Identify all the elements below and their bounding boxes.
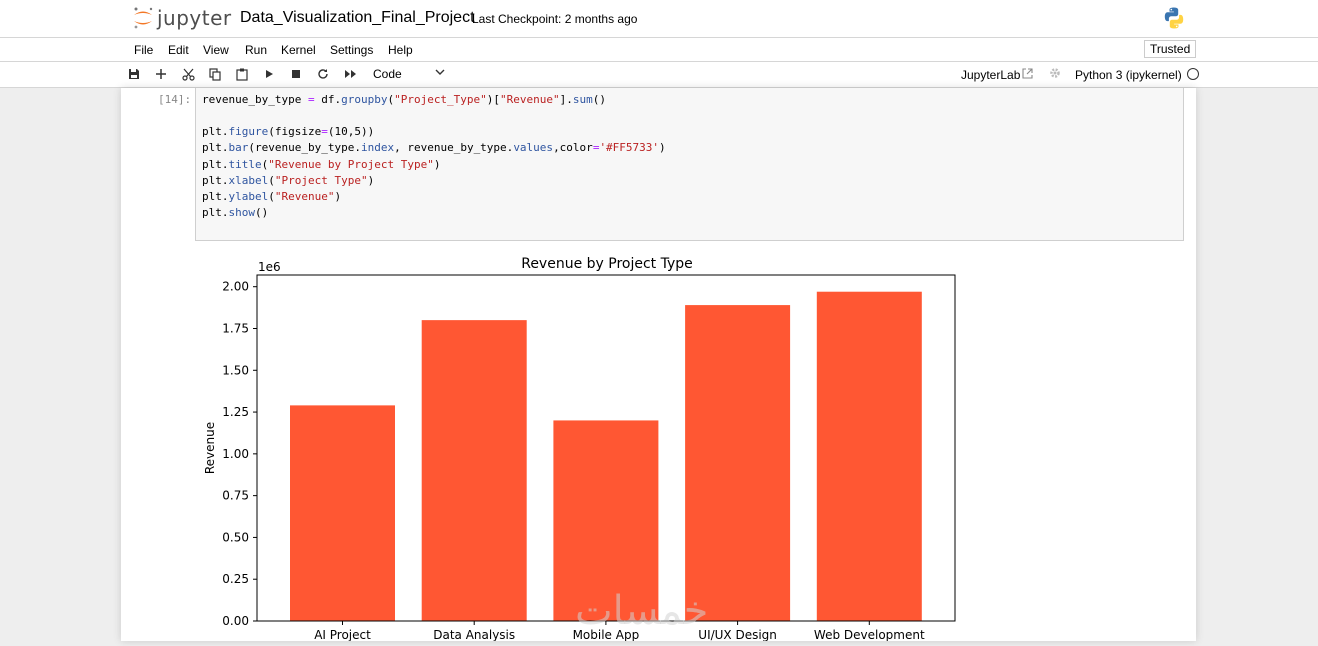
stop-icon[interactable] xyxy=(289,67,303,81)
bar xyxy=(685,305,791,621)
watermark: خمسات xyxy=(575,588,709,634)
trusted-indicator[interactable]: Trusted xyxy=(1144,40,1197,58)
kernel-name[interactable]: Python 3 (ipykernel) xyxy=(1075,68,1182,82)
y-tick-label: 0.75 xyxy=(222,489,249,503)
code-cell-editor[interactable]: revenue_by_type = df.groupby("Project_Ty… xyxy=(195,88,1184,241)
notebook-header: jupyter Data_Visualization_Final_Project… xyxy=(0,0,1318,38)
fast-forward-icon[interactable] xyxy=(343,67,357,81)
bar xyxy=(421,320,527,621)
menu-run[interactable]: Run xyxy=(245,43,267,57)
y-tick-label: 1.50 xyxy=(222,363,249,377)
kernel-status-icon xyxy=(1187,68,1199,80)
menu-kernel[interactable]: Kernel xyxy=(281,43,316,57)
chart-title: Revenue by Project Type xyxy=(521,256,693,272)
y-tick-label: 0.50 xyxy=(222,530,249,544)
menu-edit[interactable]: Edit xyxy=(168,43,189,57)
python-logo-icon xyxy=(1162,6,1186,30)
y-tick-label: 2.00 xyxy=(222,280,249,294)
jupyter-logo-icon xyxy=(132,6,154,30)
y-offset-label: 1e6 xyxy=(258,260,281,274)
menubar: File Edit View Run Kernel Settings Help … xyxy=(0,38,1318,62)
code-line: plt.xlabel("Project Type") xyxy=(202,174,375,187)
y-axis-label: Revenue xyxy=(203,422,217,474)
x-tick-label: Web Development xyxy=(814,628,925,641)
external-link-icon[interactable] xyxy=(1022,68,1033,82)
chevron-down-icon xyxy=(435,67,445,79)
cell-output-chart: 0.00 0.25 0.50 0.75 1.00 1.25 1.50 1.75 2.00 AI P… xyxy=(195,250,965,642)
x-tick-label: UI/UX Design xyxy=(698,628,777,641)
y-tick-label: 0.25 xyxy=(222,572,249,586)
code-line: plt.show() xyxy=(202,206,269,219)
notebook-title[interactable]: Data_Visualization_Final_Project xyxy=(240,9,475,27)
cut-icon[interactable] xyxy=(181,67,195,81)
add-cell-icon[interactable] xyxy=(154,67,168,81)
code-line: revenue_by_type = df.groupby("Project_Ty… xyxy=(202,93,607,106)
code-line: plt.figure(figsize=(10,5)) xyxy=(202,125,375,138)
restart-icon[interactable] xyxy=(316,67,330,81)
y-tick-label: 1.75 xyxy=(222,321,249,335)
menu-help[interactable]: Help xyxy=(388,43,413,57)
menu-file[interactable]: File xyxy=(134,43,153,57)
jupyterlab-link[interactable]: JupyterLab xyxy=(961,68,1020,82)
paste-icon[interactable] xyxy=(235,67,249,81)
y-tick-label: 1.00 xyxy=(222,447,249,461)
copy-icon[interactable] xyxy=(208,67,222,81)
jupyter-logo-text: jupyter xyxy=(157,6,232,30)
gear-icon[interactable] xyxy=(1049,67,1061,82)
bar xyxy=(816,291,922,621)
y-tick-label: 0.00 xyxy=(222,614,249,628)
x-tick-label: AI Project xyxy=(314,628,371,641)
jupyter-logo[interactable]: jupyter xyxy=(132,5,232,31)
code-line: plt.ylabel("Revenue") xyxy=(202,190,342,203)
code-line: plt.bar(revenue_by_type.index, revenue_b… xyxy=(202,141,666,154)
code-line: plt.title("Revenue by Project Type") xyxy=(202,158,441,171)
notebook-toolbar: Code JupyterLab Python 3 (ipykernel) xyxy=(0,62,1318,88)
save-icon[interactable] xyxy=(127,67,141,81)
bar-chart: 0.00 0.25 0.50 0.75 1.00 1.25 1.50 1.75 2.00 AI P… xyxy=(203,256,956,642)
cell-prompt: [14]: xyxy=(158,93,192,106)
bar xyxy=(290,405,395,621)
cell-type-value: Code xyxy=(373,67,402,81)
last-checkpoint: Last Checkpoint: 2 months ago xyxy=(472,12,638,26)
run-icon[interactable] xyxy=(262,67,276,81)
menu-view[interactable]: View xyxy=(203,43,229,57)
y-tick-label: 1.25 xyxy=(222,405,249,419)
menu-settings[interactable]: Settings xyxy=(330,43,373,57)
x-tick-label: Data Analysis xyxy=(433,628,515,641)
cell-type-select[interactable]: Code xyxy=(373,67,445,81)
